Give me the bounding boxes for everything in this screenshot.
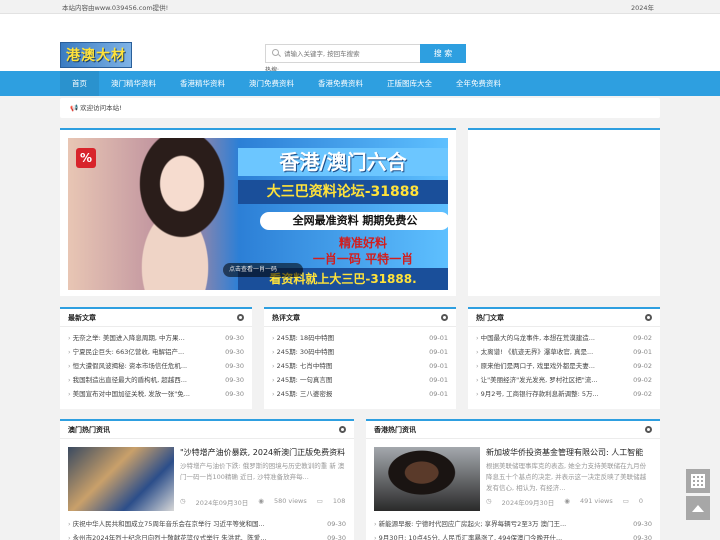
main-nav: 首页 澳门精华资料 香港精华资料 澳门免费资料 香港免费资料 正版图库大全 全年…	[0, 71, 720, 96]
header: 港澳大材 搜 索 热搜:	[0, 14, 720, 74]
feature-date: 2024年09月30日	[501, 499, 555, 507]
feature-date: 2024年09月30日	[195, 499, 249, 507]
megaphone-icon: 📢	[70, 104, 79, 112]
back-to-top-button[interactable]	[686, 496, 710, 520]
panel-title: 热门文章	[476, 313, 504, 322]
banner-image[interactable]: % 香港/澳门六合 大三巴资料论坛-31888 全网最准资料 期期免费公 精准好…	[68, 138, 448, 290]
side-panel	[468, 128, 660, 296]
comment-icon: ▭	[316, 497, 323, 505]
search-bar: 搜 索	[265, 44, 466, 63]
list-item[interactable]: 245期: 三八婆密报09-01	[272, 387, 448, 401]
qr-code-icon	[691, 474, 705, 488]
list-item[interactable]: 宁夏民企巨头: 663亿营收, 电解铝产...09-30	[68, 345, 244, 359]
list-item[interactable]: 245期: 30码中特图09-01	[272, 345, 448, 359]
gear-icon[interactable]	[645, 314, 652, 321]
eye-icon: ◉	[564, 497, 570, 505]
topbar-year: 2024年	[630, 3, 654, 12]
news-thumbnail[interactable]	[68, 447, 174, 511]
latest-panel: 最新文章 无奈之举: 美国进入降息周期, 中方果...09-30 宁夏民企巨头:…	[60, 307, 252, 409]
list-item[interactable]: 恒大遭假风波揭秘: 资本市场信任危机...09-30	[68, 359, 244, 373]
nav-item-hk-premium[interactable]: 香港精华资料	[168, 71, 237, 96]
list-item[interactable]: 太离谱! 《航迹无界》瀑草收官, 真是...09-01	[476, 345, 652, 359]
feature-title[interactable]: 新加坡华侨投资基金管理有限公司: 人工智能	[486, 447, 652, 459]
list-item[interactable]: 245期: 18码中特图09-01	[272, 331, 448, 345]
list-item[interactable]: 庆祝中华人民共和国成立75周年音乐会在京举行 习近平等党和国...09-30	[68, 517, 346, 531]
list-item[interactable]: 中国最大的乌龙事件, 本想在荒漠建造...09-02	[476, 331, 652, 345]
feature-views: 580 views	[273, 497, 307, 505]
arrow-up-icon	[692, 504, 704, 512]
eye-icon: ◉	[258, 497, 264, 505]
nav-item-home[interactable]: 首页	[60, 71, 99, 96]
hk-news-panel: 香港热门资讯 新加坡华侨投资基金管理有限公司: 人工智能 根据美联储理事库克的表…	[366, 419, 660, 540]
feature-summary: 沙特增产与油价下跌: 俄罗斯的困境与历史教训的重 新 澳门一码一肖100精确 近…	[180, 462, 345, 481]
feature-views: 491 views	[579, 497, 613, 505]
list-item[interactable]: 245期: 七肖中特图09-01	[272, 359, 448, 373]
panel-title: 澳门热门资讯	[68, 425, 110, 434]
notice-bar: 📢 欢迎访问本站!	[60, 98, 660, 118]
notice-text: 欢迎访问本站!	[80, 104, 122, 112]
feature-summary: 根据美联储理事库克的表态, 她全力支持美联储在九月份降息五十个基点的决定, 并表…	[486, 462, 647, 492]
list-item[interactable]: 无奈之举: 美国进入降息周期, 中方果...09-30	[68, 331, 244, 345]
comment-icon: ▭	[622, 497, 629, 505]
search-input[interactable]	[265, 44, 420, 63]
news-thumbnail[interactable]	[374, 447, 480, 511]
gear-icon[interactable]	[237, 314, 244, 321]
banner-red-2: 一肖一码 平特一肖	[312, 252, 414, 266]
panel-title: 香港热门资讯	[374, 425, 416, 434]
list-item[interactable]: 245期: 一句真言图09-01	[272, 373, 448, 387]
list-item[interactable]: 永州市2024年烈士纪念日向烈士敬献花篮仪式举行 朱洪武、陈爱...09-30	[68, 531, 346, 540]
banner-panel: % 香港/澳门六合 大三巴资料论坛-31888 全网最准资料 期期免费公 精准好…	[60, 128, 456, 296]
nav-item-yearly[interactable]: 全年免费资料	[444, 71, 513, 96]
banner-subtitle: 大三巴资料论坛-31888	[238, 180, 448, 204]
feature-comments: 108	[332, 497, 346, 505]
site-logo[interactable]: 港澳大材	[60, 42, 132, 68]
gear-icon[interactable]	[645, 426, 652, 433]
gear-icon[interactable]	[441, 314, 448, 321]
banner-caption[interactable]: 点击查看一肖一码	[223, 263, 303, 277]
list-item[interactable]: 我国制造出直径最大的盾构机, 超越西...09-30	[68, 373, 244, 387]
list-item[interactable]: 新能源早报: 宁德时代回应广房起火; 享界每辆亏2至3万 澳门王...09-30	[374, 517, 652, 531]
search-button[interactable]: 搜 索	[420, 44, 466, 63]
topbar-notice: 本站内容由www.039456.com提供!	[62, 3, 169, 12]
hot-panel: 热门文章 中国最大的乌龙事件, 本想在荒漠建造...09-02 太离谱! 《航迹…	[468, 307, 660, 409]
qr-code-button[interactable]	[686, 469, 710, 493]
list-item[interactable]: 美国宣布对中国加征关税, 发放一张"免...09-30	[68, 387, 244, 401]
hot-review-panel: 热评文章 245期: 18码中特图09-01 245期: 30码中特图09-01…	[264, 307, 456, 409]
banner-line: 全网最准资料 期期免费公	[260, 212, 448, 230]
list-item[interactable]: 9月2号, 工商银行存款利息新调整: 5万...09-02	[476, 387, 652, 401]
clock-icon: ◷	[180, 497, 186, 505]
feature-title[interactable]: "沙特增产油价暴跌, 2024新澳门正版免费资料	[180, 447, 346, 459]
search-icon	[272, 49, 279, 56]
nav-item-macau-free[interactable]: 澳门免费资料	[237, 71, 306, 96]
nav-item-macau-premium[interactable]: 澳门精华资料	[99, 71, 168, 96]
gear-icon[interactable]	[339, 426, 346, 433]
panel-title: 热评文章	[272, 313, 300, 322]
banner-model-image	[98, 138, 238, 290]
banner-title: 香港/澳门六合	[238, 148, 448, 176]
panel-title: 最新文章	[68, 313, 96, 322]
feature-comments: 0	[638, 497, 644, 505]
percent-badge: %	[76, 148, 96, 168]
clock-icon: ◷	[486, 497, 492, 505]
list-item[interactable]: 让"美丽经济"发光发亮, 罗村社区把"流...09-02	[476, 373, 652, 387]
banner-red-1: 精准好料	[338, 236, 387, 250]
macau-news-panel: 澳门热门资讯 "沙特增产油价暴跌, 2024新澳门正版免费资料 沙特增产与油价下…	[60, 419, 354, 540]
list-item[interactable]: 原来他们是两口子, 戏里戏外都是夫妻...09-02	[476, 359, 652, 373]
nav-item-gallery[interactable]: 正版图库大全	[375, 71, 444, 96]
list-item[interactable]: 9月30日: 10点45分, 人民币汇率暴涨了, 494保澳门今晚开什...09…	[374, 531, 652, 540]
nav-item-hk-free[interactable]: 香港免费资料	[306, 71, 375, 96]
topbar: 本站内容由www.039456.com提供! 2024年	[0, 0, 720, 14]
